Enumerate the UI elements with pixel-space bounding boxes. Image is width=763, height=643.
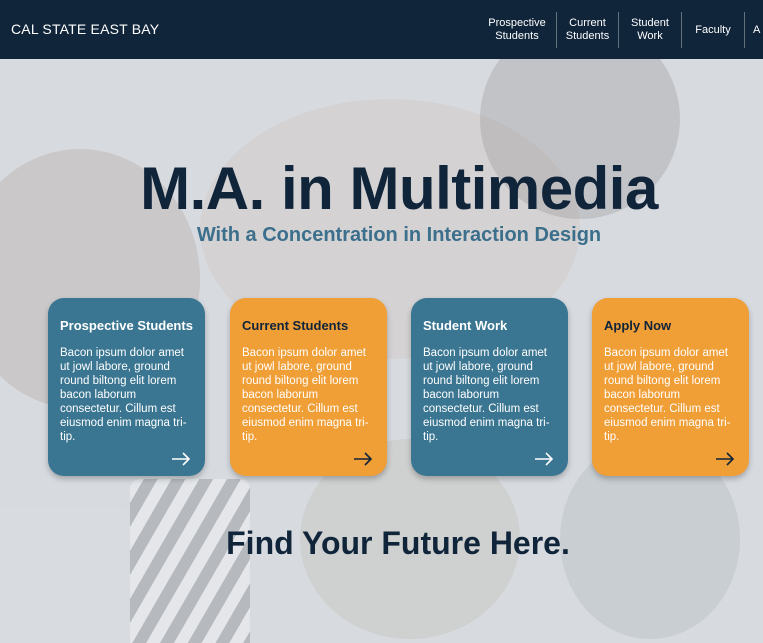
arrow-right-icon[interactable]	[171, 452, 191, 466]
nav-item-student-work[interactable]: Student Work	[618, 12, 681, 48]
main-nav: Prospective Students Current Students Stud…	[478, 12, 763, 48]
page-subtitle: With a Concentration in Interaction Desi…	[196, 224, 602, 246]
nav-label-line2: Students	[495, 30, 539, 42]
hero-section: M.A. in Multimedia With a Concentration …	[0, 59, 763, 643]
card-body: Bacon ipsum dolor amet ut jowl labore, g…	[60, 347, 187, 443]
page-title: M.A. in Multimedia	[140, 155, 658, 222]
tagline: Find Your Future Here.	[226, 525, 570, 561]
arrow-right-icon[interactable]	[534, 452, 554, 466]
card-student-work[interactable]: Student Work Bacon ipsum dolor amet ut j…	[411, 298, 568, 476]
nav-label-line1: Student	[631, 17, 669, 29]
nav-item-prospective-students[interactable]: Prospective Students	[478, 12, 556, 48]
card-body: Bacon ipsum dolor amet ut jowl labore, g…	[604, 347, 731, 443]
nav-label-line2: Work	[637, 30, 663, 42]
card-body: Bacon ipsum dolor amet ut jowl labore, g…	[242, 347, 369, 443]
card-body: Bacon ipsum dolor amet ut jowl labore, g…	[423, 347, 550, 443]
nav-item-apply[interactable]: A	[744, 12, 763, 48]
card-title: Student Work	[423, 318, 508, 333]
card-apply-now[interactable]: Apply Now Bacon ipsum dolor amet ut jowl…	[592, 298, 749, 476]
nav-label-line1: A	[753, 23, 761, 36]
arrow-right-icon[interactable]	[353, 452, 373, 466]
site-brand[interactable]: CAL STATE EAST BAY	[11, 21, 159, 37]
card-prospective-students[interactable]: Prospective Students Bacon ipsum dolor a…	[48, 298, 205, 476]
card-title: Prospective Students	[60, 318, 193, 333]
nav-label-line1: Current	[569, 17, 606, 29]
nav-label-line1: Faculty	[695, 23, 731, 36]
nav-item-faculty[interactable]: Faculty	[681, 12, 744, 48]
top-navigation-bar: CAL STATE EAST BAY Prospective Students C…	[0, 0, 763, 59]
card-title: Apply Now	[604, 318, 672, 333]
arrow-right-icon[interactable]	[715, 452, 735, 466]
nav-item-current-students[interactable]: Current Students	[556, 12, 618, 48]
nav-label-line1: Prospective	[488, 17, 546, 29]
card-current-students[interactable]: Current Students Bacon ipsum dolor amet …	[230, 298, 387, 476]
card-title: Current Students	[242, 318, 349, 333]
nav-label-line2: Students	[565, 30, 610, 42]
